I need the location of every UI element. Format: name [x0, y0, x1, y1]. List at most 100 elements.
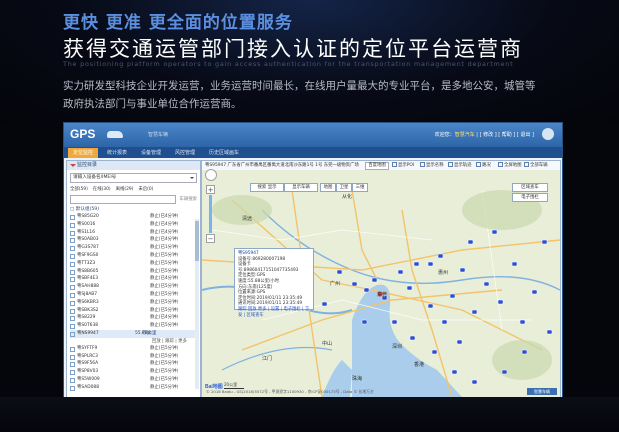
vehicle-checkbox[interactable]	[70, 253, 75, 259]
vehicle-checkbox[interactable]	[70, 277, 75, 283]
vehicle-checkbox[interactable]	[70, 331, 75, 337]
list-item[interactable]: 粤S85G20 静止(已4分钟)	[70, 213, 197, 221]
map-option-5[interactable]: 全部车辆	[524, 161, 548, 170]
vehicle-checkbox[interactable]	[70, 246, 75, 252]
vehicle-checkbox[interactable]	[70, 230, 75, 236]
vehicle-marker-icon[interactable]	[546, 329, 553, 335]
vehicle-marker-icon[interactable]	[397, 269, 404, 275]
popup-actions[interactable]: 跟踪 回放 更多 | 设置 | 电子围栏 | 下发 | 区域查车	[238, 307, 310, 318]
vehicle-marker-icon[interactable]	[491, 229, 498, 235]
vehicle-checkbox[interactable]	[70, 285, 75, 291]
vehicle-marker-icon[interactable]	[511, 261, 518, 267]
map-tool-button-1[interactable]: 显示车辆	[284, 183, 318, 192]
vehicle-marker-icon[interactable]	[451, 369, 458, 375]
scrollbar-thumb[interactable]	[195, 221, 199, 261]
vehicle-checkbox[interactable]	[70, 292, 75, 298]
list-item[interactable]: 粤NS9947 55.88公里 行驶	[70, 329, 197, 338]
list-item[interactable]: 粤S1L16 静止(已4分钟)	[70, 229, 197, 237]
list-item[interactable]: 粤S8B605 静止(已5分钟)	[70, 268, 197, 276]
vehicle-checkbox[interactable]	[70, 385, 75, 391]
vehicle-marker-icon[interactable]	[483, 281, 490, 287]
list-item[interactable]: 粤SF9GS0 静止(已5分钟)	[70, 252, 197, 260]
vehicle-marker-icon[interactable]	[431, 349, 438, 355]
vehicle-marker-icon[interactable]	[519, 319, 526, 325]
list-item[interactable]: 粤SBK3S2 静止(已5分钟)	[70, 307, 197, 315]
vehicle-checkbox[interactable]	[70, 222, 75, 228]
list-item[interactable]: 粤SAD088 静止(已5分钟)	[70, 384, 197, 392]
vehicle-marker-icon[interactable]	[471, 379, 478, 385]
vehicle-marker-icon[interactable]	[406, 285, 413, 291]
vehicle-checkbox[interactable]	[70, 346, 75, 352]
tab-4[interactable]: 历史区域画车	[204, 148, 244, 158]
status-filter-3[interactable]: 未启(0)	[138, 187, 153, 192]
list-item[interactable]: 粤TT3Z3 静止(已5分钟)	[70, 260, 197, 268]
tab-0[interactable]: 定位监控	[68, 148, 98, 158]
zoom-slider[interactable]	[209, 195, 212, 233]
vehicle-marker-icon[interactable]	[413, 261, 420, 267]
tab-1[interactable]: 统计报表	[102, 148, 132, 158]
vehicle-marker-icon[interactable]	[371, 277, 378, 283]
vehicle-marker-icon[interactable]	[531, 289, 538, 295]
list-item[interactable]: 粤SPLRC3 静止(已5分钟)	[70, 353, 197, 361]
tab-3[interactable]: 风控管理	[170, 148, 200, 158]
status-filter-0[interactable]: 全部(59)	[70, 187, 88, 192]
zoom-out-button[interactable]: −	[206, 234, 215, 243]
vehicle-checkbox[interactable]	[70, 362, 75, 368]
map-option-3[interactable]: 路况	[476, 161, 491, 170]
vehicle-marker-icon[interactable]	[351, 281, 358, 287]
pan-control[interactable]	[205, 169, 217, 181]
vehicle-checkbox[interactable]	[70, 269, 75, 275]
vehicle-marker-icon[interactable]	[467, 239, 474, 245]
monitor-panel-header[interactable]: 监控目录	[67, 161, 200, 170]
vehicle-checkbox[interactable]	[70, 377, 75, 383]
map-option-4[interactable]: 全屏地图	[498, 161, 522, 170]
list-item[interactable]: 粤SYFTF9 静止(已5分钟)	[70, 345, 197, 353]
vehicle-checkbox[interactable]	[70, 215, 75, 220]
list-item[interactable]: 粤S0T638 静止(已5分钟)	[70, 322, 197, 330]
map-option-2[interactable]: 显示轨迹	[448, 161, 472, 170]
vehicle-marker-icon[interactable]	[471, 309, 478, 315]
user-name[interactable]: 智慧汽车	[455, 132, 475, 138]
list-item[interactable]: 粤S6KBR3 静止(已5分钟)	[70, 299, 197, 307]
tab-2[interactable]: 设备管理	[136, 148, 166, 158]
avatar[interactable]	[542, 128, 554, 140]
list-item[interactable]: 粤S5W009 静止(已5分钟)	[70, 376, 197, 384]
map-layer-button-1[interactable]: 卫星	[336, 183, 352, 192]
list-item[interactable]: 粤S0AB03 静止(已4分钟)	[70, 236, 197, 244]
map-tool-button-3[interactable]: 电子围栏	[512, 193, 548, 202]
vehicle-marker-icon[interactable]	[427, 303, 434, 309]
list-item[interactable]: 粤SP8V03 静止(已5分钟)	[70, 368, 197, 376]
list-item[interactable]: 粤S9F56A 静止(已5分钟)	[70, 360, 197, 368]
vehicle-checkbox[interactable]	[70, 308, 75, 314]
vehicle-marker-icon[interactable]	[497, 299, 504, 305]
map-tool-button-2[interactable]: 区域查车	[512, 183, 548, 192]
vehicle-marker-icon[interactable]	[459, 267, 466, 273]
vehicle-marker-icon[interactable]	[521, 349, 528, 355]
status-filter-2[interactable]: 离线(29)	[116, 187, 134, 192]
list-item[interactable]: 粤SAH888 静止(已5分钟)	[70, 283, 197, 291]
vehicle-marker-icon[interactable]	[363, 287, 370, 293]
vehicle-marker-icon[interactable]	[449, 293, 456, 299]
map-option-0[interactable]: 显示POI	[392, 161, 414, 170]
top-links[interactable]: | [ 修改 ] [ 帮助 ] [ 退出 ]	[476, 132, 534, 138]
vehicle-checkbox[interactable]	[70, 316, 75, 322]
list-item[interactable]: 粤SBF4E3 静止(已4分钟)	[70, 275, 197, 283]
vehicle-marker-icon[interactable]	[441, 319, 448, 325]
device-search-select[interactable]: 请输入设备名/IMEI号	[70, 173, 197, 183]
map-type-select[interactable]: 百度地图	[365, 162, 389, 170]
map-layer-button-2[interactable]: 三维	[352, 183, 368, 192]
selected-vehicle-actions[interactable]: 回放 | 跟踪 | 更多	[70, 338, 197, 345]
vehicle-marker-icon[interactable]	[427, 261, 434, 267]
vehicle-marker-icon[interactable]	[321, 301, 328, 307]
vehicle-marker-icon[interactable]	[336, 269, 343, 275]
vehicle-marker-icon[interactable]	[501, 369, 508, 375]
vehicle-marker-icon[interactable]	[437, 253, 444, 259]
vehicle-marker-icon[interactable]	[361, 319, 368, 325]
list-item[interactable]: 粤SJ8AB7 静止(已5分钟)	[70, 291, 197, 299]
vehicle-checkbox[interactable]	[70, 324, 75, 330]
list-item[interactable]: 粤S8229 静止(已4分钟)	[70, 314, 197, 322]
vehicle-checkbox[interactable]	[70, 300, 75, 306]
vehicle-checkbox[interactable]	[70, 238, 75, 244]
map-layer-button-0[interactable]: 地图	[320, 183, 336, 192]
map-option-1[interactable]: 显示名称	[420, 161, 444, 170]
